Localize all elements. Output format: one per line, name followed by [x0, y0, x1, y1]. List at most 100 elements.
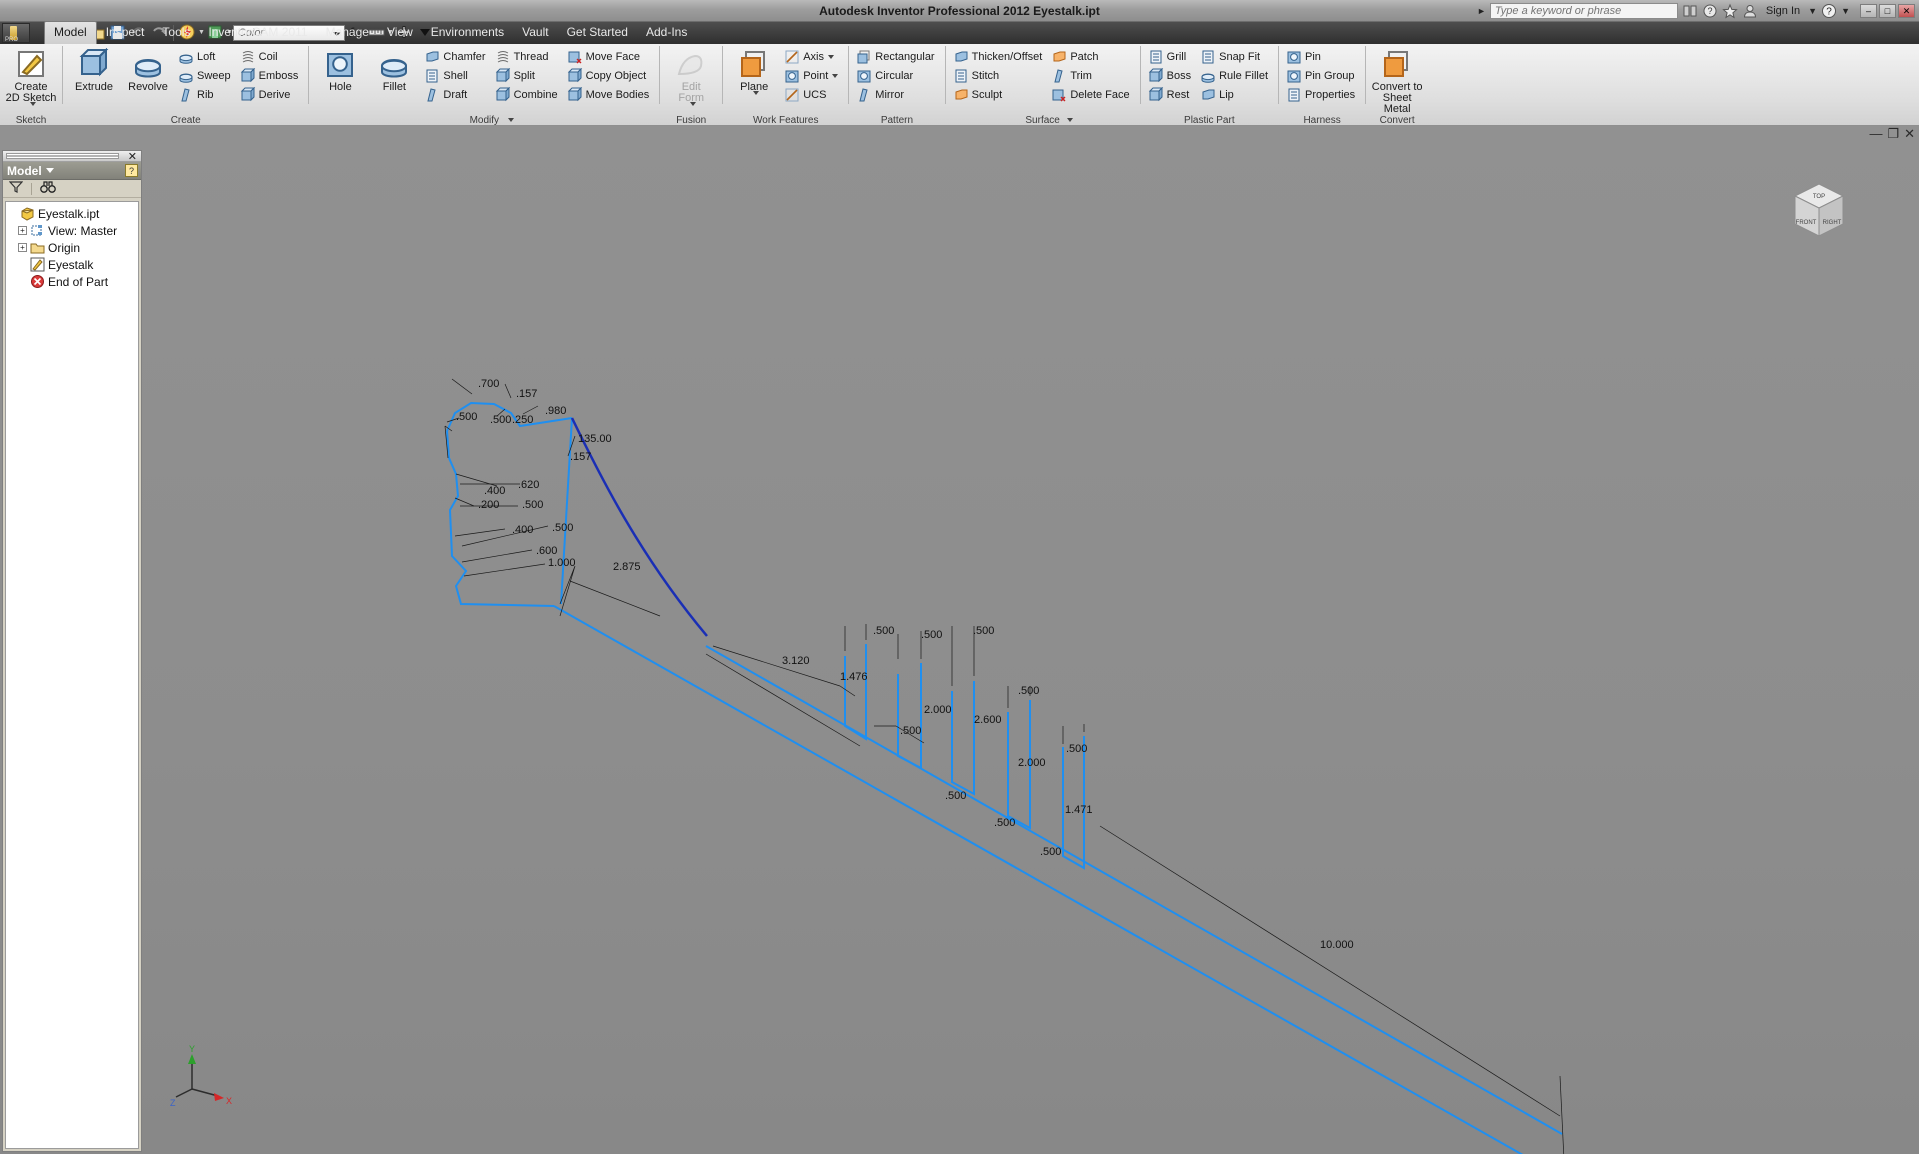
sign-in-dropdown-arrow[interactable]: ▼	[1808, 6, 1817, 16]
ribbon-button-extrude[interactable]: Extrude	[67, 46, 121, 93]
ribbon-button-coil[interactable]: Coil	[239, 47, 303, 66]
tree-node-end-of-part[interactable]: End of Part	[8, 273, 136, 290]
ribbon-tab-inventorcam-2011[interactable]: InventorCAM 2011	[199, 22, 316, 44]
ribbon-button-patch[interactable]: Patch	[1050, 47, 1133, 66]
dimension-label[interactable]: .500	[873, 625, 894, 637]
ribbon-button-hole[interactable]: Hole	[313, 46, 367, 93]
ribbon-tab-add-ins[interactable]: Add-Ins	[637, 22, 696, 44]
dimension-label[interactable]: 2.000	[1018, 757, 1046, 769]
star-icon[interactable]	[1722, 3, 1738, 19]
dimension-label[interactable]: .500	[994, 817, 1015, 829]
ribbon-tab-manage[interactable]: Manage	[317, 22, 378, 44]
person-icon[interactable]	[1742, 3, 1758, 19]
ribbon-button-revolve[interactable]: Revolve	[121, 46, 175, 93]
doc-minimize-button[interactable]: —	[1869, 127, 1882, 140]
ribbon-button-rule-fillet[interactable]: Rule Fillet	[1199, 66, 1272, 85]
dimension-label[interactable]: .500	[973, 625, 994, 637]
dimension-label[interactable]: .500	[900, 725, 921, 737]
dimension-label[interactable]: .500	[522, 499, 543, 511]
dimension-label[interactable]: 3.120	[782, 655, 810, 667]
ribbon-panel-title[interactable]: Modify	[309, 115, 659, 126]
ribbon-panel-title[interactable]: Surface	[946, 115, 1140, 126]
maximize-button[interactable]: □	[1879, 4, 1896, 18]
close-button[interactable]: ✕	[1898, 4, 1915, 18]
chevron-down-icon[interactable]	[690, 102, 697, 106]
ribbon-button-loft[interactable]: Loft	[177, 47, 235, 66]
ribbon-button-properties[interactable]: Properties	[1285, 85, 1359, 104]
tree-node-eyestalk-ipt[interactable]: Eyestalk.ipt	[8, 205, 136, 222]
dimension-label[interactable]: .500	[1018, 685, 1039, 697]
ribbon-tab-get-started[interactable]: Get Started	[558, 22, 637, 44]
exchange-icon[interactable]	[1682, 3, 1698, 19]
ribbon-button-create-2d-sketch[interactable]: Create 2D Sketch	[4, 46, 58, 106]
ribbon-tab-view[interactable]: View	[378, 22, 422, 44]
dimension-label[interactable]: .500	[921, 629, 942, 641]
dimension-label[interactable]: .157	[516, 388, 537, 400]
dimension-label[interactable]: .400	[484, 485, 505, 497]
help-dropdown-arrow[interactable]: ▼	[1841, 6, 1850, 16]
ribbon-button-ucs[interactable]: UCS	[783, 85, 842, 104]
browser-drag-handle[interactable]	[6, 153, 119, 159]
dimension-label[interactable]: 10.000	[1320, 939, 1354, 951]
ribbon-button-chamfer[interactable]: Chamfer	[423, 47, 489, 66]
dimension-label[interactable]: .500	[1066, 743, 1087, 755]
tree-expander-icon[interactable]: +	[18, 226, 27, 235]
ribbon-tab-tools[interactable]: Tools	[153, 22, 199, 44]
ribbon-button-combine[interactable]: Combine	[494, 85, 562, 104]
dimension-label[interactable]: .600	[536, 545, 557, 557]
dimension-label[interactable]: 1.000	[548, 557, 576, 569]
ribbon-button-trim[interactable]: Trim	[1050, 66, 1133, 85]
ribbon-tab-environments[interactable]: Environments	[422, 22, 513, 44]
ribbon-button-plane[interactable]: Plane	[727, 46, 781, 95]
ribbon-button-edit-form[interactable]: Edit Form	[664, 46, 718, 106]
ribbon-button-grill[interactable]: Grill	[1147, 47, 1195, 66]
ribbon-button-pin[interactable]: Pin	[1285, 47, 1359, 66]
dimension-label[interactable]: .157	[570, 451, 591, 463]
search-dropdown-arrow[interactable]: ►	[1477, 6, 1486, 16]
ribbon-button-rectangular[interactable]: Rectangular	[855, 47, 938, 66]
ribbon-button-move-face[interactable]: Move Face	[566, 47, 654, 66]
panel-chevron-down-icon[interactable]	[508, 118, 515, 122]
chevron-down-icon[interactable]	[832, 73, 839, 78]
model-tree[interactable]: Eyestalk.ipt + View: Master + Origin Eyestalk…	[5, 201, 139, 1149]
ribbon-button-sculpt[interactable]: Sculpt	[952, 85, 1047, 104]
ribbon-button-thicken-offset[interactable]: Thicken/Offset	[952, 47, 1047, 66]
browser-chevron-down-icon[interactable]	[45, 168, 54, 173]
doc-restore-button[interactable]: ❐	[1887, 127, 1899, 140]
help-icon[interactable]: ?	[1821, 3, 1837, 19]
ribbon-button-convert-to-sheet-metal[interactable]: Convert to Sheet Metal	[1370, 46, 1424, 115]
sign-in-button[interactable]: Sign In	[1762, 5, 1804, 17]
tree-node-eyestalk[interactable]: Eyestalk	[8, 256, 136, 273]
ribbon-button-stitch[interactable]: Stitch	[952, 66, 1047, 85]
ribbon-button-emboss[interactable]: Emboss	[239, 66, 303, 85]
ribbon-button-point[interactable]: Point	[783, 66, 842, 85]
dimension-label[interactable]: .400	[512, 524, 533, 536]
ribbon-button-axis[interactable]: Axis	[783, 47, 842, 66]
dimension-label[interactable]: .500	[1040, 846, 1061, 858]
dimension-label[interactable]: 2.000	[924, 704, 952, 716]
dimension-label[interactable]: .700	[478, 378, 499, 390]
dimension-label[interactable]: .980	[545, 405, 566, 417]
graphics-window[interactable]: — ❐ ✕ TOP FRONT RIGHT .700 .157 .980 .25…	[0, 126, 1919, 1154]
ribbon-button-thread[interactable]: Thread	[494, 47, 562, 66]
ribbon-button-mirror[interactable]: Mirror	[855, 85, 938, 104]
ribbon-tab-vault[interactable]: Vault	[513, 22, 557, 44]
dimension-label[interactable]: .500	[552, 522, 573, 534]
ribbon-button-rest[interactable]: Rest	[1147, 85, 1195, 104]
panel-chevron-down-icon[interactable]	[1066, 118, 1073, 122]
ribbon-button-circular[interactable]: Circular	[855, 66, 938, 85]
help-circle-icon[interactable]: ?	[1702, 3, 1718, 19]
dimension-label[interactable]: .620	[518, 479, 539, 491]
ribbon-button-copy-object[interactable]: Copy Object	[566, 66, 654, 85]
ribbon-button-shell[interactable]: Shell	[423, 66, 489, 85]
ribbon-button-derive[interactable]: Derive	[239, 85, 303, 104]
dimension-label[interactable]: 1.471	[1065, 804, 1093, 816]
dimension-label[interactable]: 2.875	[613, 561, 641, 573]
dimension-label[interactable]: .500	[945, 790, 966, 802]
ribbon-button-split[interactable]: Split	[494, 66, 562, 85]
ribbon-button-lip[interactable]: Lip	[1199, 85, 1272, 104]
application-menu-button[interactable]: PRO	[2, 23, 30, 43]
chevron-down-icon[interactable]	[753, 91, 760, 95]
ribbon-button-pin-group[interactable]: Pin Group	[1285, 66, 1359, 85]
dimension-label[interactable]: 2.600	[974, 714, 1002, 726]
